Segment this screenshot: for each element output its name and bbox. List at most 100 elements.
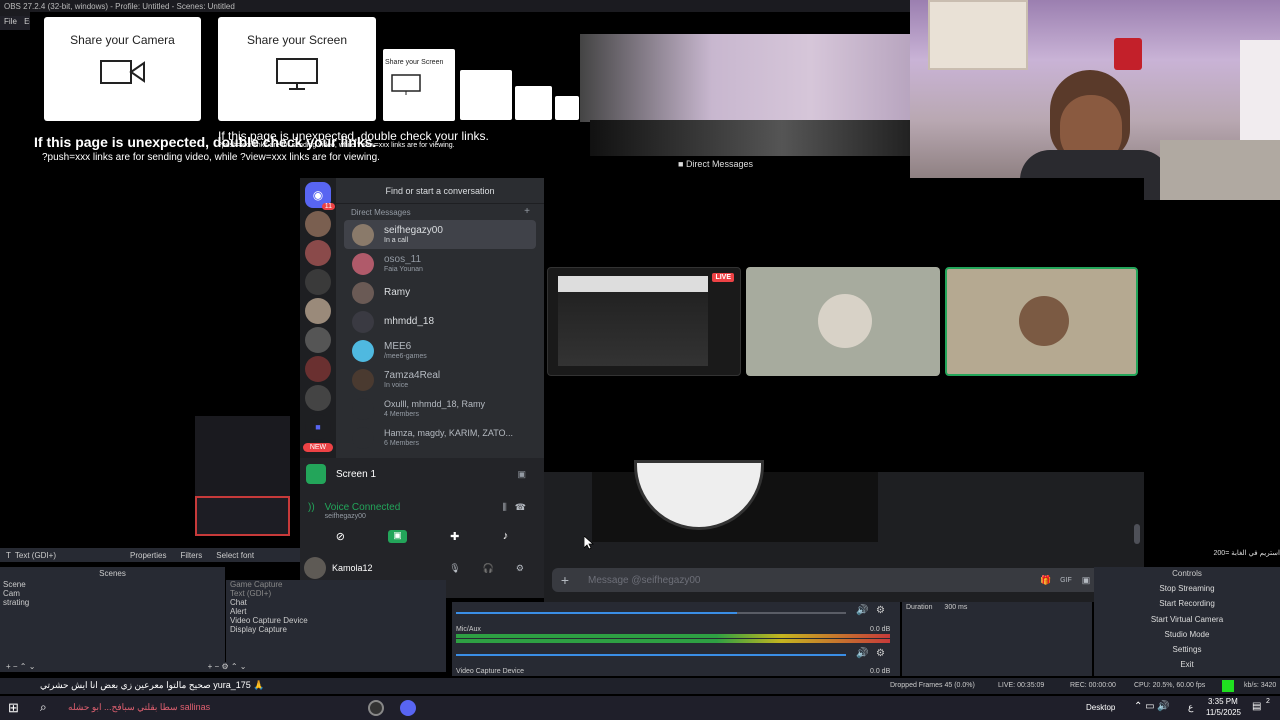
- dm-item-osos[interactable]: osos_11 Faia Younan: [344, 249, 536, 278]
- language-indicator[interactable]: ع: [1188, 702, 1193, 713]
- scenes-header: Scenes: [99, 569, 126, 578]
- share-camera-card[interactable]: Share your Camera: [44, 17, 201, 121]
- message-input[interactable]: Message @seifhegazy00: [578, 575, 1036, 586]
- search-icon[interactable]: ⌕: [40, 700, 47, 715]
- server-icon-8[interactable]: ■: [305, 414, 331, 440]
- soundboard-icon[interactable]: ♪: [503, 530, 509, 543]
- scrollbar[interactable]: [1134, 524, 1140, 544]
- mic-icon[interactable]: 🎙: [449, 563, 460, 574]
- participant-tile-2[interactable]: [945, 267, 1138, 376]
- echo-card-2: [460, 70, 512, 120]
- avatar[interactable]: [304, 557, 326, 579]
- share-screen-card[interactable]: Share your Screen: [218, 17, 376, 121]
- text-source-icon: T: [6, 550, 11, 560]
- message-bar[interactable]: + Message @seifhegazy00 🎁 GIF ▣ ☺ ⁂: [552, 568, 1136, 592]
- track-db: 0.0 dB: [870, 626, 891, 633]
- gift-icon[interactable]: 🎁: [1036, 570, 1056, 590]
- server-icon-5[interactable]: [305, 327, 331, 353]
- disconnect-icon[interactable]: ☎: [515, 502, 526, 520]
- volume-slider-1[interactable]: [456, 612, 846, 614]
- server-icon-3[interactable]: [305, 269, 331, 295]
- dm-item-ramy[interactable]: Ramy: [344, 278, 536, 307]
- gif-icon[interactable]: GIF: [1056, 570, 1076, 590]
- activity-icon[interactable]: ✚: [450, 530, 459, 543]
- tray-icons[interactable]: ⌃ ▭ 🔊: [1134, 701, 1170, 712]
- menu-file[interactable]: File: [4, 17, 17, 26]
- new-badge: NEW: [303, 443, 333, 452]
- kbps: kb/s: 3420: [1244, 682, 1277, 689]
- add-source-icon[interactable]: + − ⚙ ⌃ ⌄: [208, 662, 247, 671]
- filters-button[interactable]: Filters: [180, 551, 202, 560]
- dm-item-mhmdd[interactable]: mhmdd_18: [344, 307, 536, 336]
- clock-date[interactable]: 11/5/2025: [1206, 708, 1241, 717]
- speaker-icon[interactable]: 🔊: [856, 605, 868, 616]
- source-item[interactable]: Text (GDI+): [230, 589, 446, 598]
- source-name: Text (GDI+): [14, 550, 57, 560]
- clock-time[interactable]: 3:35 PM: [1208, 697, 1238, 706]
- scene-item[interactable]: strating: [0, 598, 225, 607]
- settings-button[interactable]: Settings: [1094, 643, 1280, 657]
- warning-body: ?push=xxx links are for sending video, w…: [42, 152, 380, 163]
- dm-list: Find or start a conversation Direct Mess…: [336, 178, 544, 458]
- source-item[interactable]: Alert: [230, 607, 446, 616]
- add-attachment-icon[interactable]: +: [552, 572, 578, 588]
- scene-item[interactable]: Scene: [0, 580, 225, 589]
- sticker-icon[interactable]: ▣: [1076, 570, 1096, 590]
- windows-start-icon[interactable]: ⊞: [8, 700, 19, 716]
- scene-item[interactable]: Cam: [0, 589, 225, 598]
- user-name[interactable]: Kamola12: [332, 563, 373, 573]
- start-recording-button[interactable]: Start Recording: [1094, 597, 1280, 611]
- studio-mode-button[interactable]: Studio Mode: [1094, 628, 1280, 642]
- desktop-label[interactable]: Desktop: [1086, 703, 1115, 712]
- status-bar: صحيح مالتوا معرعين زي بعض انا ايش حشرتي …: [0, 678, 1280, 694]
- avatar: [352, 368, 374, 391]
- server-icon-2[interactable]: [305, 240, 331, 266]
- share-screen-label: Share your Screen: [246, 33, 348, 47]
- voice-connected-label[interactable]: Voice Connected: [325, 502, 401, 513]
- camera-off-icon[interactable]: ⊘: [336, 530, 345, 543]
- headset-icon[interactable]: 🎧: [483, 563, 494, 574]
- dm-item-seifhegazy00[interactable]: seifhegazy00 In a call: [344, 220, 536, 249]
- settings-gear-icon[interactable]: ⚙: [516, 563, 524, 574]
- server-icon-6[interactable]: [305, 356, 331, 382]
- vu-meter-1: [456, 634, 890, 638]
- source-item[interactable]: Display Capture: [230, 625, 446, 634]
- add-dm-icon[interactable]: +: [524, 206, 530, 217]
- dm-item-mee6[interactable]: MEE6/mee6-games: [344, 336, 536, 365]
- chat-overlay: [195, 496, 290, 536]
- select-font-button[interactable]: Select font: [216, 551, 254, 560]
- source-item[interactable]: Video Capture Device: [230, 616, 446, 625]
- participant-tile-1[interactable]: [746, 267, 940, 376]
- dm-search-placeholder: Find or start a conversation: [385, 185, 495, 196]
- share-camera-label: Share your Camera: [70, 33, 175, 47]
- dm-item-group-2[interactable]: Hamza, magdy, KARIM, ZATO... 6 Members: [344, 423, 536, 452]
- duration-value[interactable]: 300 ms: [944, 604, 967, 611]
- obs-taskbar-icon[interactable]: [368, 700, 384, 716]
- noise-icon[interactable]: ⫼: [503, 502, 507, 520]
- mixer-gear-icon[interactable]: ⚙: [876, 648, 885, 659]
- stop-streaming-button[interactable]: Stop Streaming: [1094, 582, 1280, 596]
- notification-icon[interactable]: ▤: [1252, 701, 1261, 712]
- source-item[interactable]: Game Capture: [230, 580, 446, 589]
- server-icon-7[interactable]: [305, 385, 331, 411]
- add-scene-icon[interactable]: + − ⌃ ⌄: [6, 662, 35, 671]
- properties-button[interactable]: Properties: [130, 551, 166, 560]
- dm-item-group-1[interactable]: Oxulll, mhmdd_18, Ramy 4 Members: [344, 394, 536, 423]
- dm-item-7amza[interactable]: 7amza4Real In voice: [344, 365, 536, 394]
- exit-button[interactable]: Exit: [1094, 658, 1280, 672]
- server-icon-1[interactable]: [305, 211, 331, 237]
- discord-home-icon[interactable]: ◉ 11: [305, 182, 335, 210]
- source-item[interactable]: Chat: [230, 598, 446, 607]
- dropped-frames: Dropped Frames 45 (0.0%): [890, 682, 975, 689]
- share-screen-icon[interactable]: ▣: [388, 530, 407, 543]
- volume-slider-2[interactable]: [456, 654, 846, 656]
- screen-share-tile[interactable]: LIVE: [547, 267, 741, 376]
- speaker-icon[interactable]: 🔊: [856, 648, 868, 659]
- dm-search[interactable]: Find or start a conversation: [336, 178, 544, 204]
- virtual-camera-button[interactable]: Start Virtual Camera: [1094, 613, 1280, 627]
- mixer-gear-icon[interactable]: ⚙: [876, 605, 885, 616]
- server-icon-4[interactable]: [305, 298, 331, 324]
- source-toolbar: T Text (GDI+) Properties Filters Select …: [0, 548, 300, 562]
- popout-icon[interactable]: ▣: [517, 469, 526, 480]
- discord-taskbar-icon[interactable]: [400, 700, 416, 716]
